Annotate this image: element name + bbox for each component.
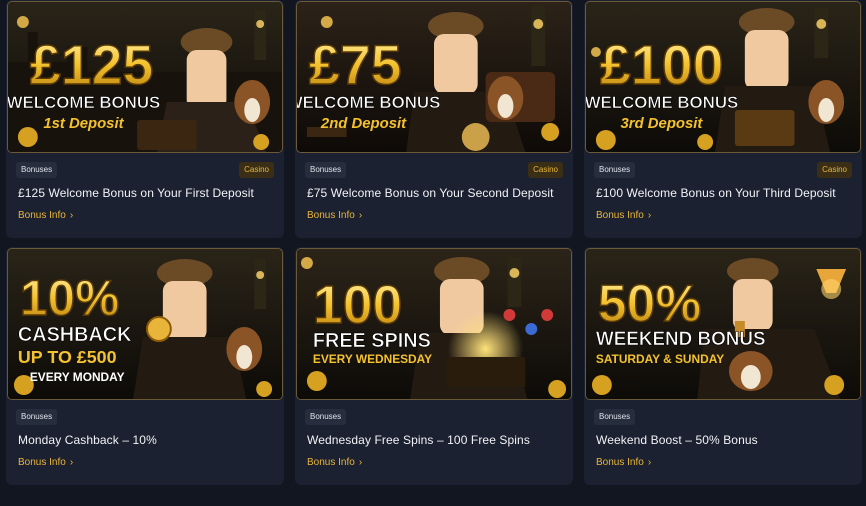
banner-line2: 1st Deposit: [43, 115, 124, 132]
chevron-right-icon: ›: [647, 457, 652, 468]
banner-line2: UP TO £500: [18, 347, 117, 367]
bonus-info-link[interactable]: Bonus Info ›: [18, 457, 73, 468]
category-tag: Bonuses: [594, 409, 636, 425]
banner-line2: EVERY WEDNESDAY: [313, 352, 432, 366]
banner-line2: SATURDAY & SUNDAY: [596, 352, 724, 366]
promo-title: Monday Cashback – 10%: [18, 433, 157, 447]
banner-amount: £125: [30, 33, 154, 96]
promo-title: Weekend Boost – 50% Bonus: [596, 433, 758, 447]
chevron-right-icon: ›: [69, 210, 74, 221]
bonus-info-link[interactable]: Bonus Info ›: [307, 457, 362, 468]
promo-card[interactable]: 10% CASHBACK UP TO £500 EVERY MONDAY Bon…: [6, 247, 284, 485]
promo-card[interactable]: £100 WELCOME BONUS 3rd Deposit Bonuses C…: [584, 0, 862, 238]
casino-tag: Casino: [239, 162, 274, 178]
bonus-info-label: Bonus Info: [307, 457, 355, 468]
promo-title: £100 Welcome Bonus on Your Third Deposit: [596, 186, 836, 200]
banner-amount: 10%: [20, 270, 119, 326]
banner-line2: 3rd Deposit: [621, 115, 704, 132]
bonus-info-link[interactable]: Bonus Info ›: [307, 210, 362, 221]
chevron-right-icon: ›: [69, 457, 74, 468]
category-tag: Bonuses: [594, 162, 636, 178]
bonus-info-link[interactable]: Bonus Info ›: [596, 457, 651, 468]
promo-card[interactable]: £75 WELCOME BONUS 2nd Deposit Bonuses Ca…: [295, 0, 573, 238]
banner-amount: £100: [600, 33, 724, 96]
banner-line3: EVERY MONDAY: [30, 370, 125, 384]
category-tag: Bonuses: [305, 409, 347, 425]
category-tag: Bonuses: [16, 162, 58, 178]
bonus-info-label: Bonus Info: [596, 210, 644, 221]
banner-amount: 100: [313, 275, 402, 335]
bonus-info-label: Bonus Info: [18, 457, 66, 468]
chevron-right-icon: ›: [358, 210, 363, 221]
bonus-info-link[interactable]: Bonus Info ›: [596, 210, 651, 221]
promotions-grid: £125 WELCOME BONUS 1st Deposit Bonuses C…: [6, 0, 862, 485]
bonus-info-label: Bonus Info: [307, 210, 355, 221]
bonus-info-label: Bonus Info: [596, 457, 644, 468]
casino-tag: Casino: [817, 162, 852, 178]
banner-line1: WEEKEND BONUS: [596, 329, 766, 350]
promo-banner-image[interactable]: £100 WELCOME BONUS 3rd Deposit: [585, 1, 861, 153]
banner-line1: FREE SPINS: [313, 330, 431, 352]
promo-title: £75 Welcome Bonus on Your Second Deposit: [307, 186, 554, 200]
bonus-info-label: Bonus Info: [18, 210, 66, 221]
banner-amount: £75: [309, 33, 402, 96]
promo-banner-image[interactable]: £125 WELCOME BONUS 1st Deposit: [7, 1, 283, 153]
promo-banner-image[interactable]: 50% WEEKEND BONUS SATURDAY & SUNDAY: [585, 248, 861, 400]
promo-card[interactable]: 50% WEEKEND BONUS SATURDAY & SUNDAY Bonu…: [584, 247, 862, 485]
promo-title: £125 Welcome Bonus on Your First Deposit: [18, 186, 254, 200]
banner-line1: WELCOME BONUS: [297, 93, 440, 112]
banner-line1: CASHBACK: [18, 324, 132, 346]
banner-line1: WELCOME BONUS: [586, 93, 738, 112]
promo-title: Wednesday Free Spins – 100 Free Spins: [307, 433, 530, 447]
promo-banner-image[interactable]: 10% CASHBACK UP TO £500 EVERY MONDAY: [7, 248, 283, 400]
chevron-right-icon: ›: [358, 457, 363, 468]
promo-card[interactable]: £125 WELCOME BONUS 1st Deposit Bonuses C…: [6, 0, 284, 238]
promo-banner-image[interactable]: £75 WELCOME BONUS 2nd Deposit: [296, 1, 572, 153]
banner-line1: WELCOME BONUS: [8, 93, 160, 112]
chevron-right-icon: ›: [647, 210, 652, 221]
banner-line2: 2nd Deposit: [320, 115, 407, 132]
promo-banner-image[interactable]: 100 FREE SPINS EVERY WEDNESDAY: [296, 248, 572, 400]
promo-card[interactable]: 100 FREE SPINS EVERY WEDNESDAY Bonuses W…: [295, 247, 573, 485]
bonus-info-link[interactable]: Bonus Info ›: [18, 210, 73, 221]
category-tag: Bonuses: [305, 162, 347, 178]
banner-amount: 50%: [598, 274, 701, 332]
casino-tag: Casino: [528, 162, 563, 178]
category-tag: Bonuses: [16, 409, 58, 425]
